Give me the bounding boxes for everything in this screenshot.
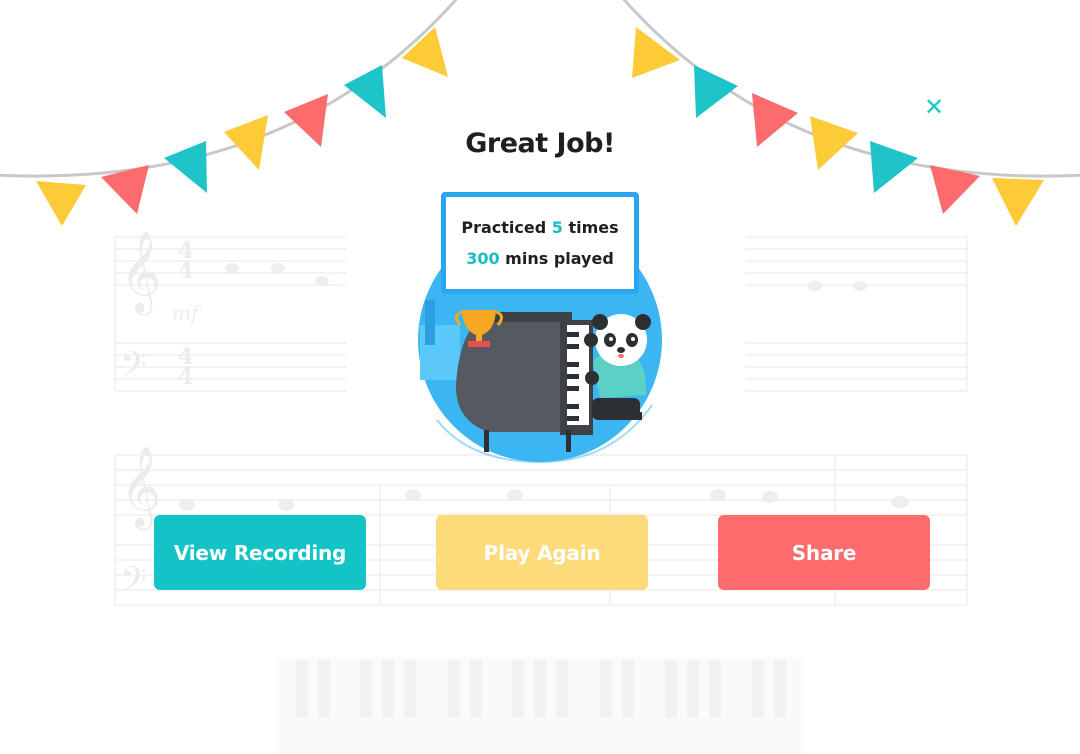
practiced-prefix: Practiced — [461, 218, 547, 237]
practiced-line: Practiced 5 times — [461, 212, 618, 243]
dynamic-marking: mf — [172, 301, 202, 325]
practice-stats-card: Practiced 5 times 300 mins played — [441, 192, 639, 294]
bass-time-signature-bottom: 4 — [178, 364, 193, 390]
time-signature-bottom: 4 — [178, 258, 193, 284]
minutes-value: 300 — [466, 249, 500, 268]
close-icon[interactable]: ✕ — [919, 92, 949, 122]
practiced-count: 5 — [551, 218, 563, 237]
dialog-title: Great Job! — [465, 128, 615, 159]
play-again-button[interactable]: Play Again — [436, 515, 648, 590]
practiced-suffix: times — [568, 218, 619, 237]
svg-text:𝄢: 𝄢 — [120, 559, 147, 608]
minutes-line: 300 mins played — [466, 243, 614, 274]
share-button[interactable]: Share — [718, 515, 930, 590]
minutes-suffix: mins played — [505, 249, 614, 268]
view-recording-button[interactable]: View Recording — [154, 515, 366, 590]
svg-text:𝄢: 𝄢 — [120, 344, 147, 393]
piano-keyboard-background — [277, 658, 803, 754]
svg-text:𝄞: 𝄞 — [120, 230, 161, 315]
